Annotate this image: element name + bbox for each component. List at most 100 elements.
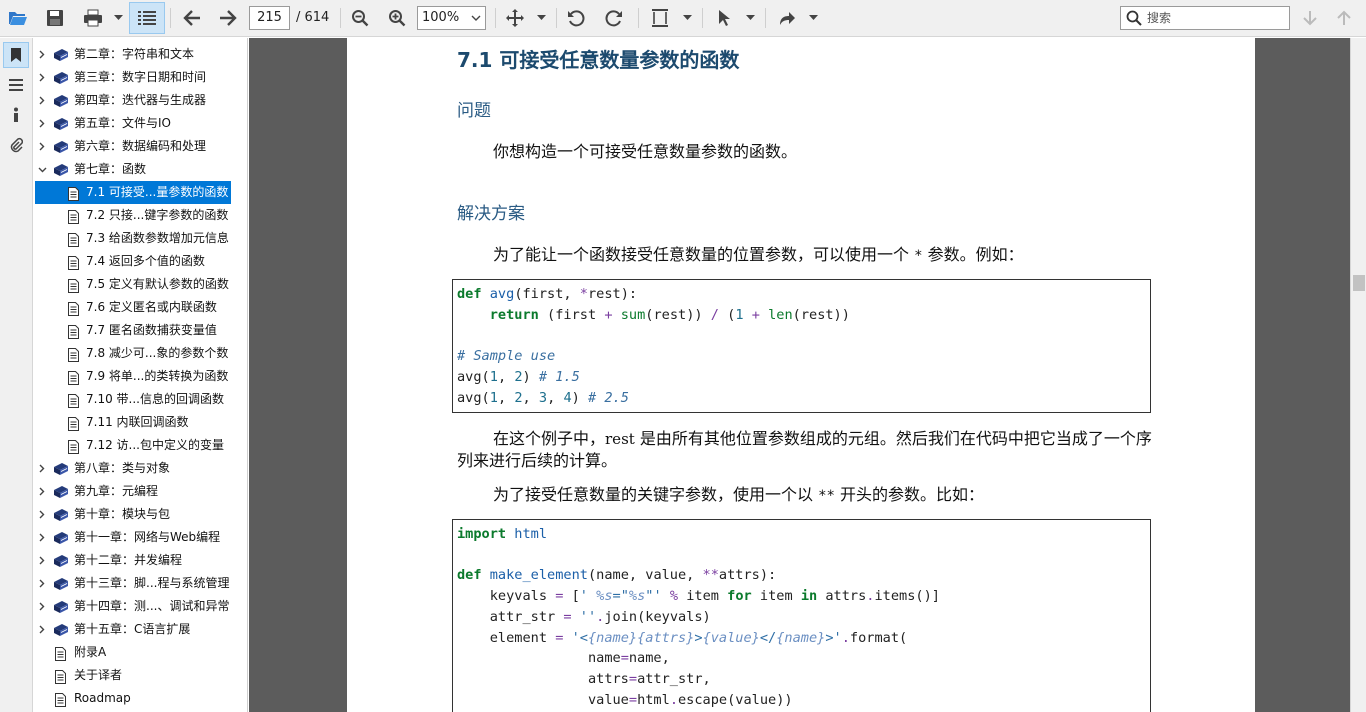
chevron-right-icon[interactable]	[35, 618, 49, 641]
print-icon[interactable]	[80, 5, 106, 31]
chevron-right-icon[interactable]	[35, 526, 49, 549]
bookmark-subitem[interactable]: 7.6 定义匿名或内联函数	[35, 296, 231, 319]
bookmark-label: 7.10 带...信息的回调函数	[86, 392, 224, 406]
chevron-right-icon[interactable]	[35, 572, 49, 595]
bookmark-label: 第二章：字符串和文本	[74, 47, 195, 61]
bookmark-subitem[interactable]: 7.4 返回多个值的函数	[35, 250, 231, 273]
zoom-out-icon[interactable]	[348, 5, 372, 31]
bookmark-subitem[interactable]: 7.2 只接...键字参数的函数	[35, 204, 231, 227]
bookmark-chapter[interactable]: 第八章：类与对象	[35, 457, 231, 480]
bookmark-label: 7.12 访...包中定义的变量	[86, 438, 224, 452]
bookmark-subitem[interactable]: 7.8 减少可...象的参数个数	[35, 342, 231, 365]
bookmark-subitem[interactable]: 7.1 可接受...量参数的函数	[35, 181, 231, 204]
bookmark-chapter[interactable]: Roadmap	[35, 687, 231, 710]
document-scrollbar[interactable]	[1350, 38, 1366, 712]
bookmark-label: Roadmap	[74, 691, 131, 705]
select-cursor-icon[interactable]	[712, 5, 736, 31]
search-prev-icon[interactable]	[1332, 5, 1356, 31]
chevron-right-icon[interactable]	[35, 549, 49, 572]
bookmark-tree: 第二章：字符串和文本 第三章：数字日期和时间第四章：迭代器与生成器 第五章：文件与I…	[34, 38, 248, 712]
rotate-left-icon[interactable]	[564, 5, 588, 31]
attachment-tab-icon[interactable]	[3, 132, 29, 158]
bookmark-chapter[interactable]: 第九章：元编程	[35, 480, 231, 503]
bookmark-subitem[interactable]: 7.9 将单...的类转换为函数	[35, 365, 231, 388]
bookmark-subitem[interactable]: 7.3 给函数参数增加元信息	[35, 227, 231, 250]
document-viewer[interactable]: 7.1 可接受任意数量参数的函数 问题 你想构造一个可接受任意数量参数的函数。 …	[249, 38, 1350, 712]
search-box[interactable]: 搜索	[1120, 6, 1290, 30]
bookmark-chapter[interactable]: 第七章：函数	[35, 158, 231, 181]
bookmark-label: 7.2 只接...键字参数的函数	[86, 208, 229, 222]
bookmark-label: 第六章：数据编码和处理	[74, 139, 207, 153]
search-next-icon[interactable]	[1298, 5, 1322, 31]
bookmark-chapter[interactable]: 第十五章：C语言扩展	[35, 618, 231, 641]
bookmark-subitem[interactable]: 7.10 带...信息的回调函数	[35, 388, 231, 411]
pan-dropdown-icon[interactable]	[535, 5, 547, 31]
toolbar-separator	[556, 8, 557, 28]
chevron-right-icon[interactable]	[35, 457, 49, 480]
rotate-right-icon[interactable]	[602, 5, 626, 31]
bookmarks-tab-icon[interactable]	[3, 42, 29, 68]
search-icon	[1126, 10, 1142, 29]
bookmark-label: 第八章：类与对象	[74, 461, 171, 475]
zoom-value: 100%	[422, 10, 460, 25]
bookmark-subitem[interactable]: 7.5 定义有默认参数的函数	[35, 273, 231, 296]
chevron-right-icon[interactable]	[35, 43, 49, 66]
bookmark-label: 7.4 返回多个值的函数	[86, 254, 205, 268]
bookmark-label: 7.1 可接受...量参数的函数	[86, 185, 229, 199]
page-total-label: / 614	[296, 10, 330, 25]
toolbar-separator	[170, 8, 171, 28]
chevron-right-icon[interactable]	[35, 112, 49, 135]
pan-tool-icon[interactable]	[503, 5, 527, 31]
save-icon[interactable]	[43, 5, 67, 31]
forward-arrow-icon[interactable]	[216, 5, 240, 31]
bookmark-chapter[interactable]: 附录A	[35, 641, 231, 664]
main-toolbar: 215 / 614 100% 搜索	[0, 0, 1366, 37]
bookmark-chapter[interactable]: 关于译者	[35, 664, 231, 687]
bookmark-chapter[interactable]: 第十三章：脚...程与系统管理	[35, 572, 231, 595]
bookmark-chapter[interactable]: 第十章：模块与包	[35, 503, 231, 526]
bookmark-chapter[interactable]: 第三章：数字日期和时间	[35, 66, 231, 89]
chevron-right-icon[interactable]	[35, 66, 49, 89]
panel-tabs	[0, 38, 33, 712]
back-arrow-icon[interactable]	[180, 5, 204, 31]
thumbnails-tab-icon[interactable]	[3, 72, 29, 98]
bookmark-chapter[interactable]: 第十一章：网络与Web编程	[35, 526, 231, 549]
info-tab-icon[interactable]	[3, 102, 29, 128]
bookmark-chapter[interactable]: 第五章：文件与IO	[35, 112, 231, 135]
bookmark-chapter[interactable]: 第六章：数据编码和处理	[35, 135, 231, 158]
code-block-avg: def avg(first, *rest): return (first + s…	[452, 279, 1151, 413]
chevron-right-icon[interactable]	[35, 503, 49, 526]
bookmark-chapter[interactable]: 第十四章：测...、调试和异常	[35, 595, 231, 618]
bookmark-subitem[interactable]: 7.11 内联回调函数	[35, 411, 231, 434]
zoom-select[interactable]: 100%	[417, 6, 486, 30]
solution-paragraph-1: 为了能让一个函数接受任意数量的位置参数，可以使用一个 * 参数。例如：	[493, 245, 1024, 264]
bookmark-label: 第七章：函数	[74, 162, 147, 176]
sidebar-toggle-icon[interactable]	[129, 2, 165, 34]
chevron-right-icon[interactable]	[35, 480, 49, 503]
share-arrow-icon[interactable]	[775, 5, 799, 31]
chevron-down-icon[interactable]	[35, 158, 49, 181]
page-icon	[55, 692, 66, 712]
chevron-right-icon[interactable]	[35, 135, 49, 158]
fit-dropdown-icon[interactable]	[681, 5, 693, 31]
bookmark-subitem[interactable]: 7.12 访...包中定义的变量	[35, 434, 231, 457]
bookmark-label: 第十四章：测...、调试和异常	[74, 599, 230, 613]
select-dropdown-icon[interactable]	[744, 5, 756, 31]
bookmark-label: 7.5 定义有默认参数的函数	[86, 277, 229, 291]
bookmark-chapter[interactable]: 第十二章：并发编程	[35, 549, 231, 572]
kwargs-paragraph: 为了接受任意数量的关键字参数，使用一个以 ** 开头的参数。比如：	[493, 485, 985, 504]
print-dropdown-icon[interactable]	[112, 5, 124, 31]
bookmark-label: 关于译者	[74, 668, 123, 682]
page-number-input[interactable]: 215	[249, 6, 290, 30]
document-scroll-thumb[interactable]	[1353, 275, 1365, 291]
zoom-in-icon[interactable]	[385, 5, 409, 31]
fit-page-icon[interactable]	[648, 5, 672, 31]
open-folder-icon[interactable]	[6, 5, 30, 31]
bookmark-chapter[interactable]: 第四章：迭代器与生成器	[35, 89, 231, 112]
bookmark-label: 第三章：数字日期和时间	[74, 70, 207, 84]
chevron-right-icon[interactable]	[35, 89, 49, 112]
chevron-right-icon[interactable]	[35, 595, 49, 618]
bookmark-subitem[interactable]: 7.7 匿名函数捕获变量值	[35, 319, 231, 342]
share-dropdown-icon[interactable]	[807, 5, 819, 31]
bookmark-chapter[interactable]: 第二章：字符串和文本	[35, 43, 231, 66]
